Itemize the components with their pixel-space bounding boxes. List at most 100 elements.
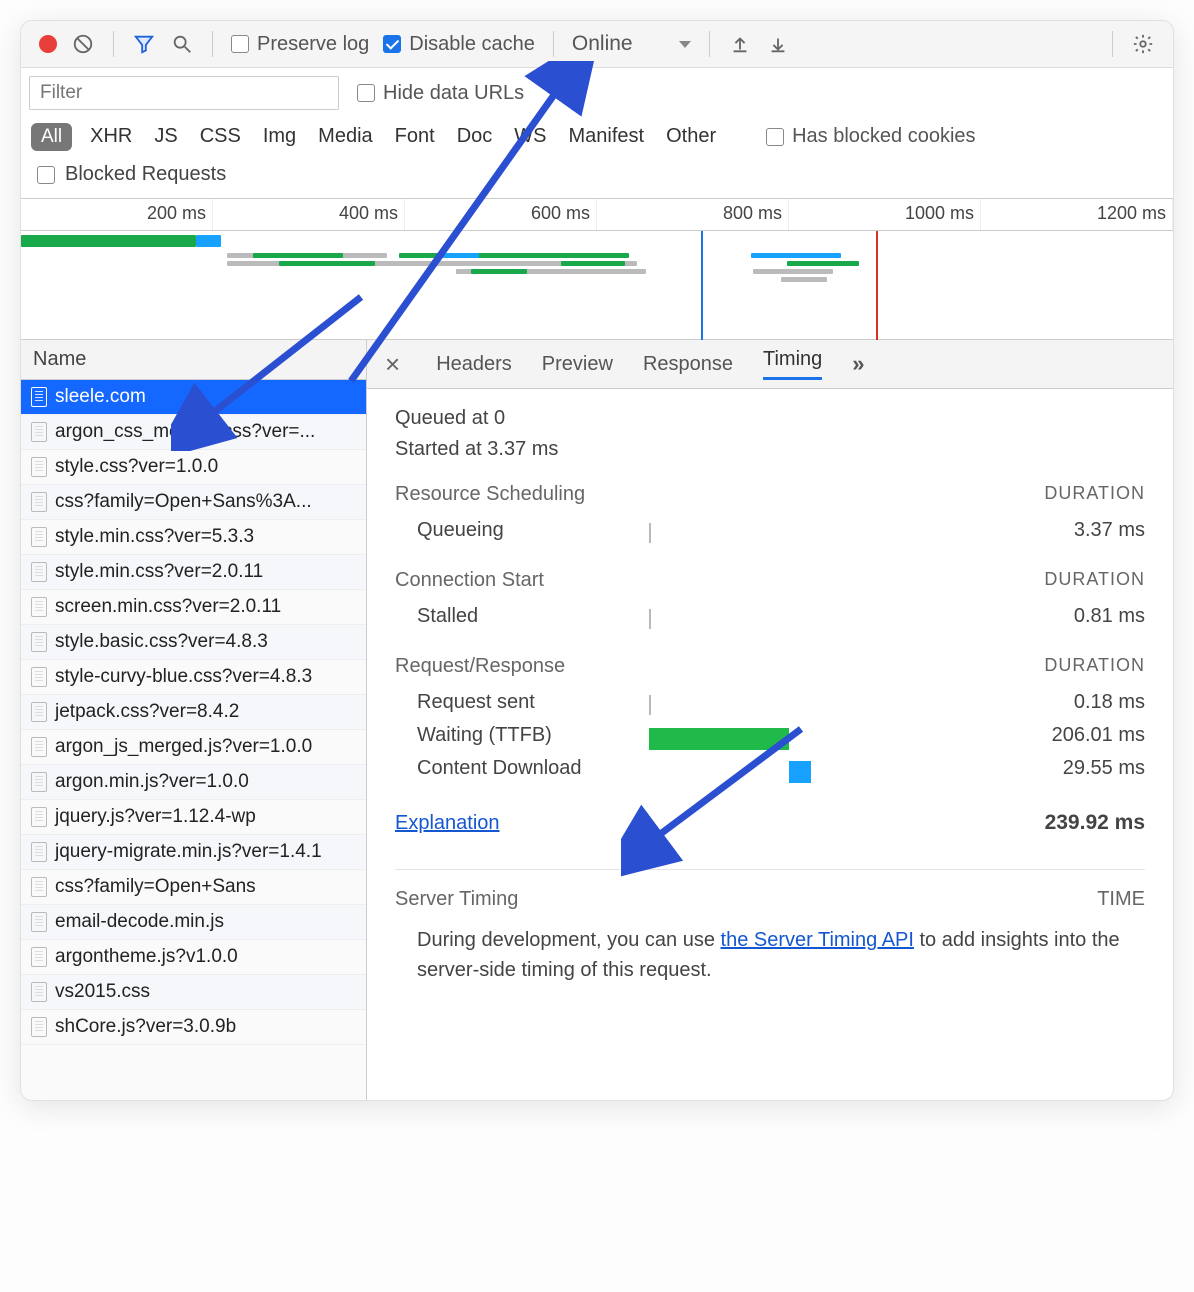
disable-cache-checkbox[interactable]: Disable cache	[383, 33, 535, 56]
preserve-log-checkbox[interactable]: Preserve log	[231, 33, 369, 56]
request-name: jquery.js?ver=1.12.4-wp	[55, 806, 256, 828]
metric-queueing: Queueing 3.37 ms	[395, 514, 1145, 547]
record-button[interactable]	[39, 35, 57, 53]
request-name: vs2015.css	[55, 981, 150, 1003]
file-icon	[31, 702, 47, 722]
column-header-name[interactable]: Name	[21, 340, 366, 380]
file-icon	[31, 492, 47, 512]
tab-timing[interactable]: Timing	[763, 348, 822, 380]
request-row[interactable]: argon_css_merged.css?ver=...	[21, 415, 366, 450]
filter-types: All XHR JS CSS Img Media Font Doc WS Man…	[21, 118, 1173, 159]
file-icon	[31, 842, 47, 862]
tab-preview[interactable]: Preview	[542, 353, 613, 376]
filter-type-doc[interactable]: Doc	[453, 122, 497, 151]
file-icon	[31, 387, 47, 407]
section-connection-start: Connection Start DURATION	[395, 569, 1145, 592]
request-name: sleele.com	[55, 386, 146, 408]
filter-type-all[interactable]: All	[31, 123, 72, 151]
close-icon[interactable]: ×	[385, 349, 406, 380]
has-blocked-cookies-checkbox[interactable]: Has blocked cookies	[766, 125, 975, 148]
split-view: Name sleele.com argon_css_merged.css?ver=…	[21, 340, 1173, 1100]
domcontentloaded-line	[701, 231, 703, 340]
throttling-dropdown[interactable]: Online	[572, 32, 691, 56]
blocked-requests-checkbox[interactable]: Blocked Requests	[21, 159, 1173, 198]
file-icon	[31, 562, 47, 582]
checkbox-icon	[231, 35, 249, 53]
tab-headers[interactable]: Headers	[436, 353, 512, 376]
request-name: screen.min.css?ver=2.0.11	[55, 596, 281, 618]
server-timing-api-link[interactable]: the Server Timing API	[721, 929, 914, 951]
file-icon	[31, 457, 47, 477]
more-tabs-icon[interactable]: »	[852, 351, 864, 377]
server-timing-desc: During development, you can use the Serv…	[395, 911, 1145, 989]
overview-ticks: 200 ms 400 ms 600 ms 800 ms 1000 ms 1200…	[21, 199, 1173, 231]
search-icon[interactable]	[170, 32, 194, 56]
request-row[interactable]: argon_js_merged.js?ver=1.0.0	[21, 730, 366, 765]
request-row[interactable]: email-decode.min.js	[21, 905, 366, 940]
filter-type-other[interactable]: Other	[662, 122, 720, 151]
filter-type-font[interactable]: Font	[391, 122, 439, 151]
checkbox-checked-icon	[383, 35, 401, 53]
explanation-link[interactable]: Explanation	[395, 812, 500, 835]
filter-type-css[interactable]: CSS	[196, 122, 245, 151]
request-row[interactable]: style.min.css?ver=2.0.11	[21, 555, 366, 590]
hide-data-urls-label: Hide data URLs	[383, 82, 524, 105]
gear-icon[interactable]	[1131, 32, 1155, 56]
request-row[interactable]: css?family=Open+Sans%3A...	[21, 485, 366, 520]
filter-icon[interactable]	[132, 32, 156, 56]
load-line	[876, 231, 878, 340]
filter-type-img[interactable]: Img	[259, 122, 300, 151]
filter-type-js[interactable]: JS	[150, 122, 181, 151]
section-resource-scheduling: Resource Scheduling DURATION	[395, 483, 1145, 506]
request-row[interactable]: css?family=Open+Sans	[21, 870, 366, 905]
filter-type-media[interactable]: Media	[314, 122, 376, 151]
section-request-response: Request/Response DURATION	[395, 655, 1145, 678]
request-name: css?family=Open+Sans%3A...	[55, 491, 312, 513]
file-icon	[31, 772, 47, 792]
request-row[interactable]: style.basic.css?ver=4.8.3	[21, 625, 366, 660]
request-row[interactable]: vs2015.css	[21, 975, 366, 1010]
request-name: argon_js_merged.js?ver=1.0.0	[55, 736, 312, 758]
hide-data-urls-checkbox[interactable]: Hide data URLs	[357, 82, 524, 105]
file-icon	[31, 667, 47, 687]
toolbar: Preserve log Disable cache Online	[21, 21, 1173, 68]
server-timing-header: Server Timing TIME	[395, 888, 1145, 911]
tab-response[interactable]: Response	[643, 353, 733, 376]
upload-icon[interactable]	[728, 32, 752, 56]
filter-input[interactable]	[29, 76, 339, 110]
detail-tabs: × Headers Preview Response Timing »	[367, 340, 1173, 389]
file-icon	[31, 737, 47, 757]
filter-type-manifest[interactable]: Manifest	[564, 122, 648, 151]
checkbox-icon	[766, 128, 784, 146]
request-name: css?family=Open+Sans	[55, 876, 256, 898]
request-row[interactable]: argontheme.js?v1.0.0	[21, 940, 366, 975]
request-row[interactable]: argon.min.js?ver=1.0.0	[21, 765, 366, 800]
request-row[interactable]: style.min.css?ver=5.3.3	[21, 520, 366, 555]
request-row[interactable]: jetpack.css?ver=8.4.2	[21, 695, 366, 730]
request-row[interactable]: sleele.com	[21, 380, 366, 415]
clear-icon[interactable]	[71, 32, 95, 56]
request-name: style.css?ver=1.0.0	[55, 456, 218, 478]
download-icon[interactable]	[766, 32, 790, 56]
checkbox-icon	[37, 166, 55, 184]
request-row[interactable]: style.css?ver=1.0.0	[21, 450, 366, 485]
explanation-row: Explanation 239.92 ms	[395, 811, 1145, 835]
request-row[interactable]: jquery.js?ver=1.12.4-wp	[21, 800, 366, 835]
file-icon	[31, 632, 47, 652]
file-icon	[31, 597, 47, 617]
filter-type-ws[interactable]: WS	[510, 122, 550, 151]
filter-type-xhr[interactable]: XHR	[86, 122, 136, 151]
file-icon	[31, 912, 47, 932]
request-row[interactable]: style-curvy-blue.css?ver=4.8.3	[21, 660, 366, 695]
file-icon	[31, 1017, 47, 1037]
overview-timeline[interactable]: 200 ms 400 ms 600 ms 800 ms 1000 ms 1200…	[21, 198, 1173, 340]
file-icon	[31, 877, 47, 897]
request-row[interactable]: screen.min.css?ver=2.0.11	[21, 590, 366, 625]
request-row[interactable]: jquery-migrate.min.js?ver=1.4.1	[21, 835, 366, 870]
chevron-down-icon	[679, 41, 691, 48]
request-row[interactable]: shCore.js?ver=3.0.9b	[21, 1010, 366, 1045]
file-icon	[31, 807, 47, 827]
request-name: style.min.css?ver=2.0.11	[55, 561, 263, 583]
request-name: email-decode.min.js	[55, 911, 224, 933]
file-icon	[31, 527, 47, 547]
